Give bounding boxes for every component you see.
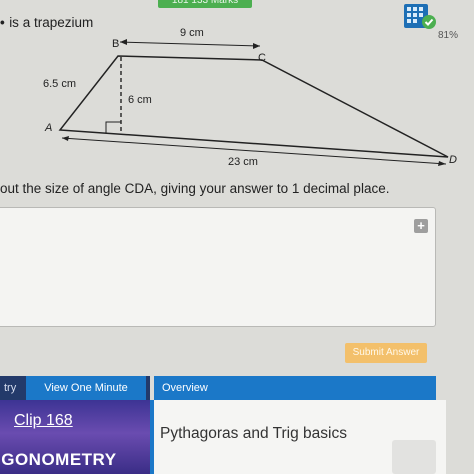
vertex-a-label: A <box>45 122 53 134</box>
vertex-b-label: B <box>112 38 120 50</box>
overview-heading: Overview <box>154 376 436 400</box>
arrow-right-icon <box>253 43 260 49</box>
add-answer-button[interactable]: + <box>414 219 428 233</box>
trapezium-diagram <box>58 39 449 166</box>
side-length-label: 6.5 cm <box>43 78 77 90</box>
answer-input-area[interactable] <box>0 207 436 327</box>
arrow-left-icon <box>120 39 127 45</box>
arrow-left-icon <box>62 136 69 141</box>
question-instruction: out the size of angle CDA, giving your a… <box>0 181 390 196</box>
clip-link[interactable]: Clip 168 <box>14 412 73 430</box>
height-length-label: 6 cm <box>128 94 152 106</box>
top-length-label: 9 cm <box>180 27 204 39</box>
base-length-label: 23 cm <box>228 156 258 168</box>
corner-button[interactable] <box>392 440 436 474</box>
tab-previous[interactable]: try <box>4 376 16 400</box>
vertex-d-label: D <box>449 154 457 166</box>
top-dimension-line <box>119 41 261 47</box>
overview-text: Pythagoras and Trig basics <box>160 425 347 442</box>
topic-banner: IGONOMETRY <box>0 450 117 469</box>
vertex-c-label: C <box>258 52 266 64</box>
arrow-right-icon <box>438 161 446 166</box>
submit-answer-button[interactable]: Submit Answer <box>345 343 427 363</box>
right-angle-marker <box>105 121 121 133</box>
tab-one-minute-version[interactable]: View One Minute Version <box>26 376 146 418</box>
